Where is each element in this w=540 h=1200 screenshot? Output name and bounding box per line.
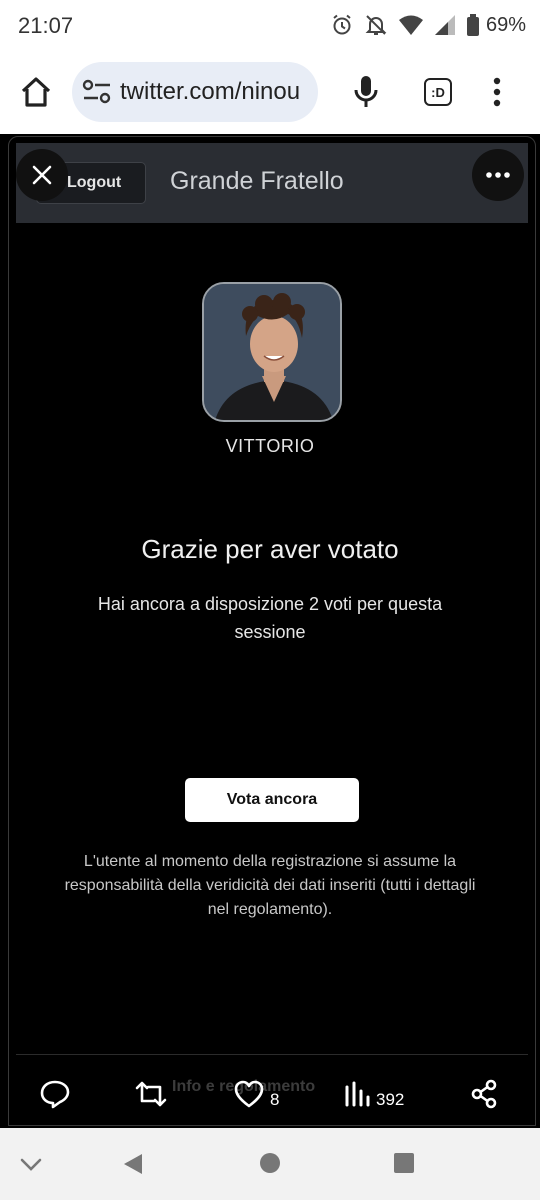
recents-button[interactable]: [393, 1152, 415, 1179]
like-button[interactable]: 8: [234, 1078, 279, 1110]
battery-percent: 69%: [485, 13, 526, 36]
disclaimer-text: L'utente al momento della registrazione …: [64, 853, 476, 918]
view-count: 392: [376, 1090, 405, 1109]
candidate-name: VITTORIO: [225, 436, 315, 456]
tab-switcher-button[interactable]: :D: [424, 78, 452, 106]
site-title: Grande Fratello: [170, 167, 344, 195]
voice-search-button[interactable]: [352, 74, 380, 110]
battery-icon: [466, 13, 480, 37]
wifi-icon: [398, 14, 424, 36]
home-icon: [21, 77, 51, 107]
more-vertical-icon: [493, 77, 501, 107]
browser-toolbar: twitter.com/ninou :D: [0, 58, 540, 130]
browser-menu-button[interactable]: [490, 76, 504, 108]
alarm-icon: [330, 13, 354, 37]
more-horizontal-icon: [486, 172, 510, 178]
analytics-icon: [345, 1081, 370, 1107]
site-settings-icon[interactable]: [82, 78, 112, 106]
views-button[interactable]: 392: [344, 1078, 404, 1110]
status-icons: 69%: [330, 10, 526, 40]
retweet-button[interactable]: [134, 1078, 168, 1110]
back-button[interactable]: [122, 1152, 144, 1181]
status-time: 21:07: [18, 13, 74, 38]
retweet-icon: [135, 1081, 167, 1107]
notifications-off-icon: [364, 13, 388, 37]
candidate-photo: [202, 282, 342, 422]
footer-divider: [16, 1054, 528, 1055]
url-text: twitter.com/ninou: [120, 78, 301, 105]
close-icon: [32, 165, 52, 185]
remaining-votes-text: Hai ancora a disposizione 2 voti per que…: [97, 594, 443, 642]
system-navigation-bar: [0, 1128, 540, 1200]
microphone-icon: [354, 76, 378, 107]
home-button[interactable]: [18, 74, 54, 110]
like-count: 8: [270, 1090, 280, 1109]
site-header: Logout Grande Fratello: [16, 143, 528, 223]
back-triangle-icon: [124, 1154, 142, 1174]
more-options-button[interactable]: [472, 149, 524, 201]
close-button[interactable]: [16, 149, 68, 201]
home-nav-button[interactable]: [259, 1152, 281, 1179]
thank-you-heading: Grazie per aver votato: [141, 534, 399, 564]
heart-icon: [234, 1080, 264, 1108]
share-button[interactable]: [470, 1078, 498, 1110]
share-icon: [471, 1079, 497, 1109]
status-bar: 21:07 69%: [0, 0, 540, 52]
home-circle-icon: [260, 1153, 280, 1173]
address-bar[interactable]: twitter.com/ninou: [72, 62, 318, 122]
hide-keyboard-button[interactable]: [20, 1158, 42, 1177]
chevron-down-icon: [20, 1158, 42, 1171]
reply-button[interactable]: [40, 1078, 70, 1110]
recents-square-icon: [394, 1153, 414, 1173]
signal-icon: [434, 14, 456, 36]
media-viewer: Logout Grande Fratello VITTORIO Grazie p…: [0, 134, 540, 1128]
vote-again-button[interactable]: Vota ancora: [185, 778, 359, 822]
reply-icon: [40, 1080, 70, 1109]
tweet-action-bar: 8 392: [0, 1064, 540, 1128]
